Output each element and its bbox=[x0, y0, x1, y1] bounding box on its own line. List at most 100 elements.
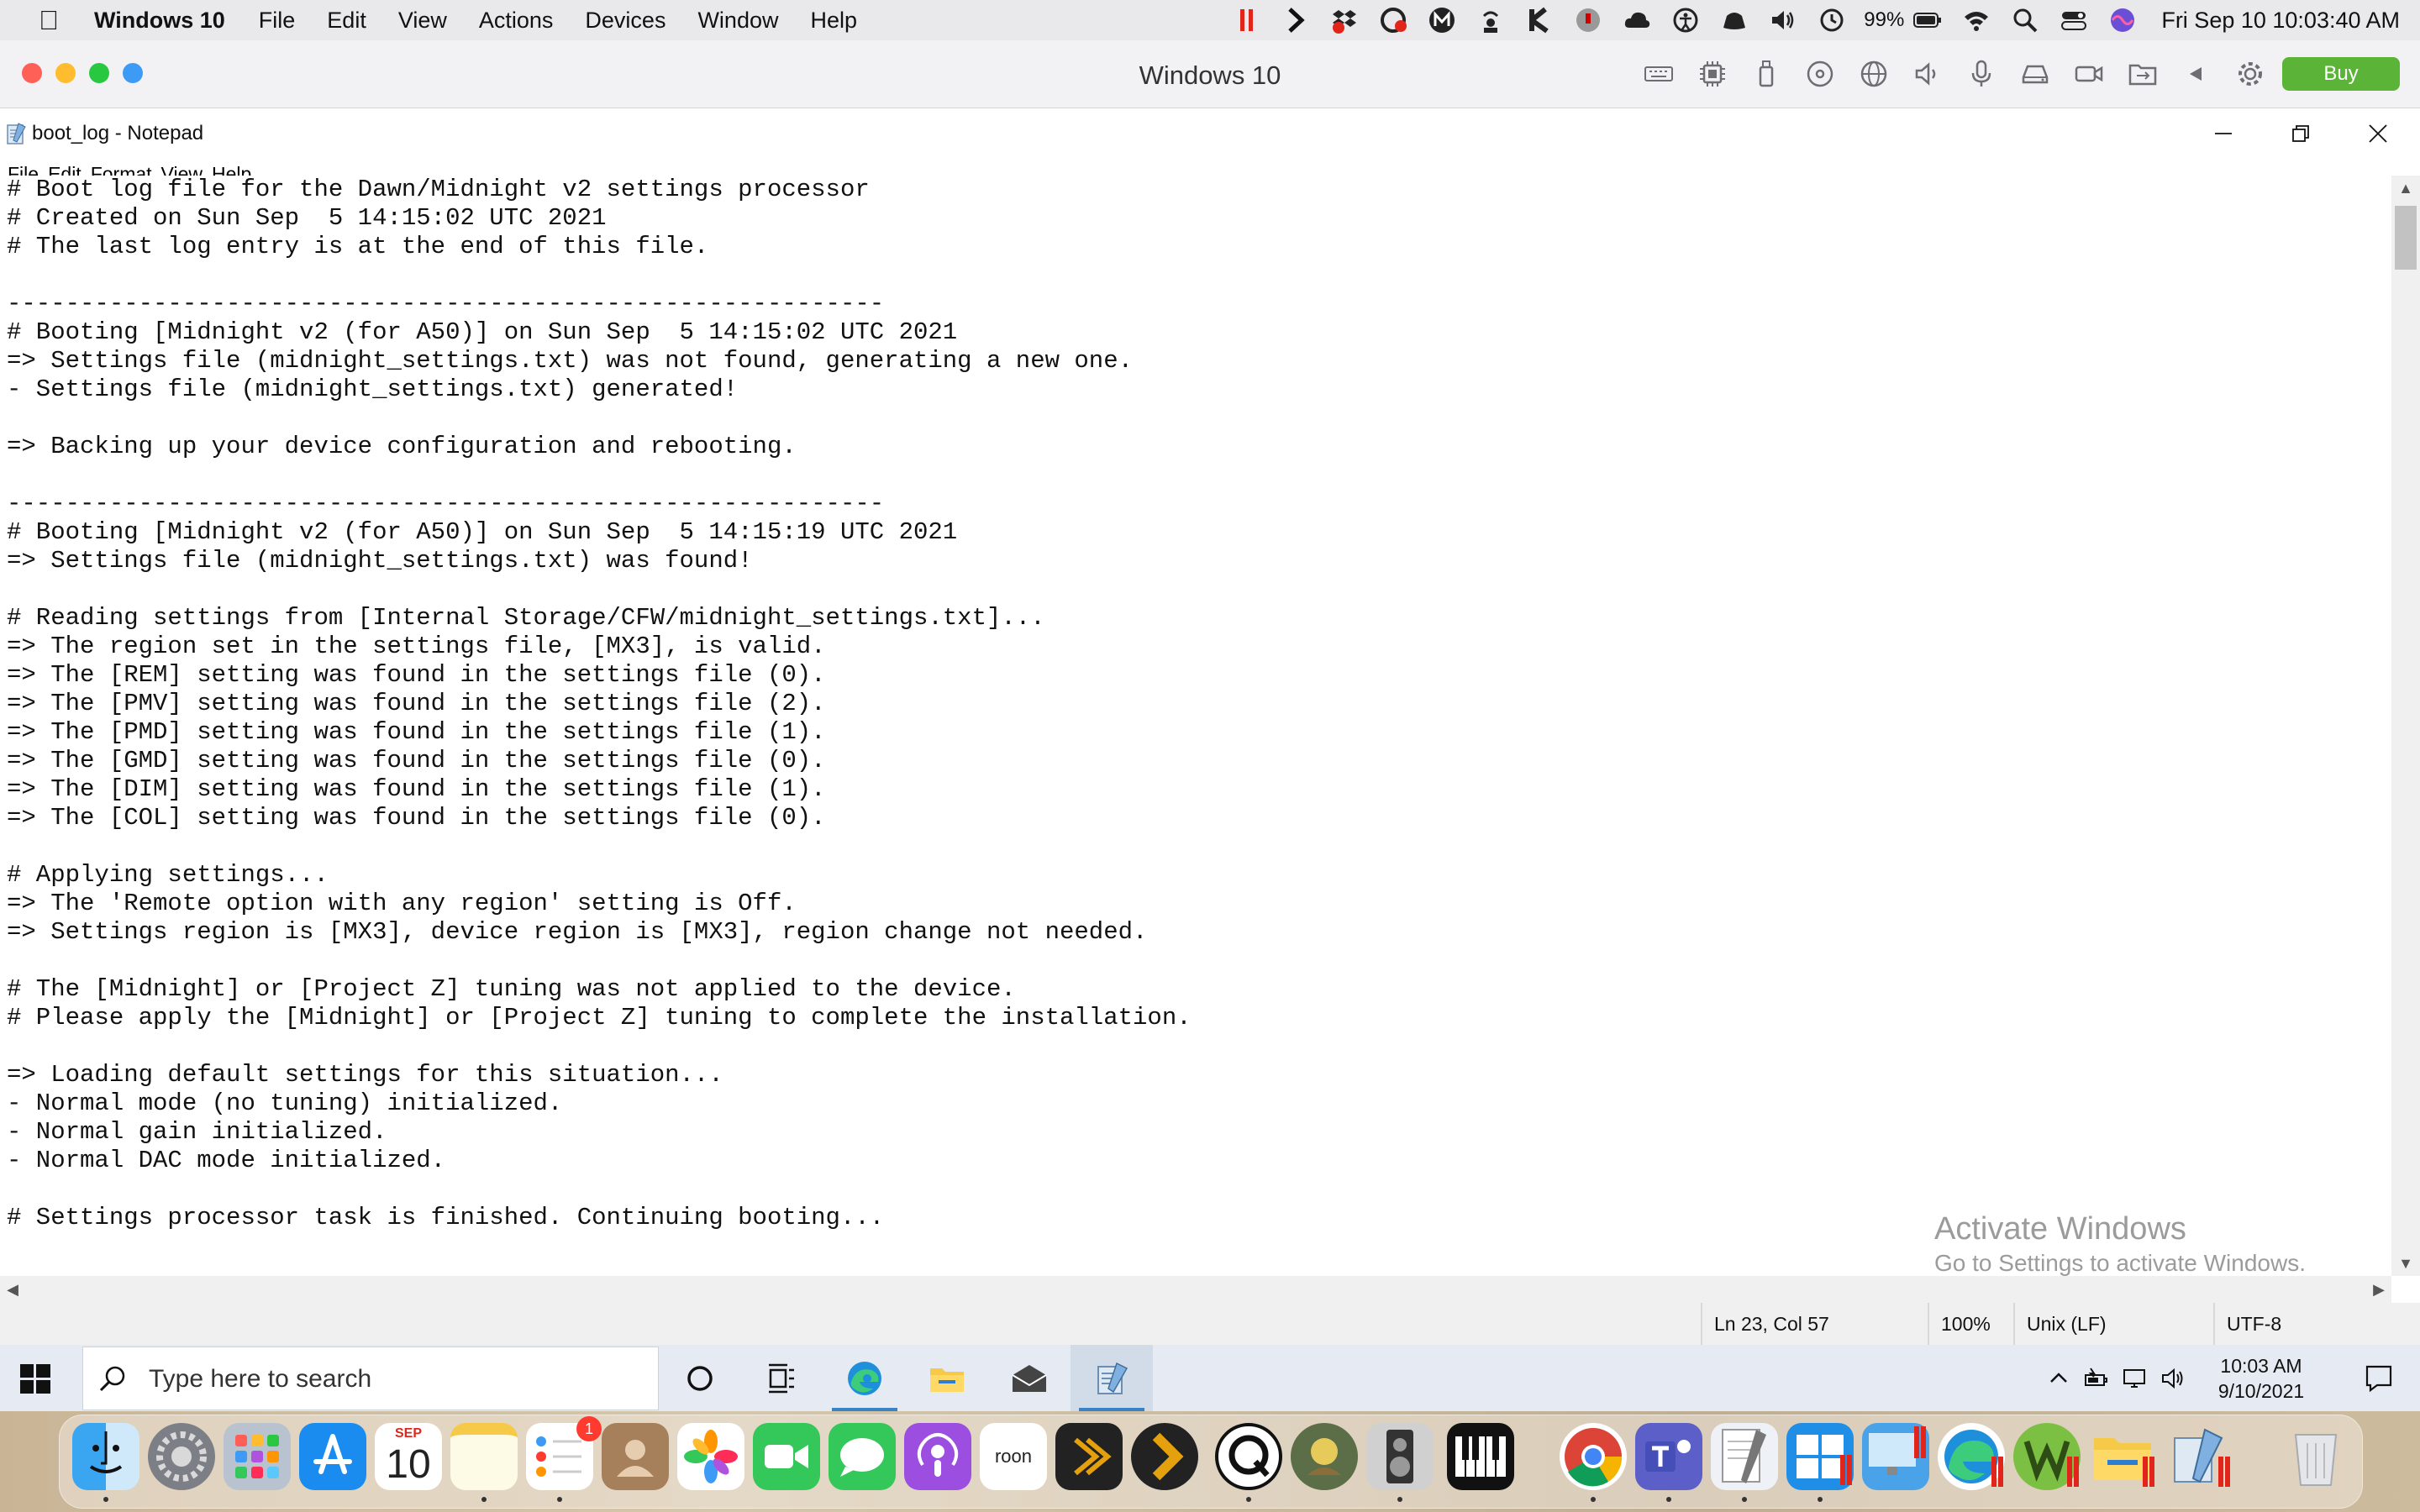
cloud-icon[interactable] bbox=[1620, 3, 1654, 37]
quicktime-icon[interactable] bbox=[1215, 1423, 1282, 1490]
windows-desktop-vm-icon[interactable] bbox=[1862, 1423, 1929, 1490]
m-app-icon[interactable] bbox=[1425, 3, 1459, 37]
cortana-button[interactable] bbox=[659, 1345, 741, 1411]
minimize-button[interactable] bbox=[2185, 108, 2262, 159]
notepad-status-bar: Ln 23, Col 57 100% Unix (LF) UTF-8 bbox=[0, 1303, 2420, 1345]
sound-icon[interactable] bbox=[1909, 55, 1946, 92]
scroll-down-arrow-icon[interactable]: ▼ bbox=[2391, 1251, 2420, 1276]
cd-dvd-icon[interactable] bbox=[1802, 55, 1839, 92]
scroll-right-arrow-icon[interactable]: ▶ bbox=[2366, 1276, 2391, 1303]
calendar-icon[interactable]: SEP 10 bbox=[375, 1423, 442, 1490]
taskbar-search-box[interactable]: Type here to search bbox=[82, 1347, 659, 1410]
volume-icon[interactable] bbox=[1766, 3, 1800, 37]
keyboard-icon[interactable] bbox=[1640, 55, 1677, 92]
wifi-icon[interactable] bbox=[1960, 3, 1993, 37]
text-editor-area[interactable]: # Boot log file for the Dawn/Midnight v2… bbox=[0, 176, 2391, 1276]
photos-icon[interactable] bbox=[677, 1423, 744, 1490]
tray-network-button[interactable] bbox=[2116, 1345, 2153, 1411]
spotlight-search-icon[interactable] bbox=[2008, 3, 2042, 37]
trash-icon[interactable] bbox=[2282, 1423, 2349, 1490]
battery-icon[interactable] bbox=[1911, 3, 1944, 37]
windows-start-icon[interactable] bbox=[17, 1360, 54, 1397]
more-triangle-icon[interactable] bbox=[2178, 55, 2215, 92]
app-store-icon[interactable] bbox=[299, 1423, 366, 1490]
close-button[interactable] bbox=[2339, 108, 2417, 159]
menu-help[interactable]: Help bbox=[810, 8, 857, 34]
facetime-icon[interactable] bbox=[753, 1423, 820, 1490]
shared-folders-icon[interactable] bbox=[2124, 55, 2161, 92]
notepad-title-bar[interactable]: boot_log - Notepad bbox=[0, 108, 2420, 159]
reminders-icon[interactable]: 1 bbox=[526, 1416, 602, 1490]
camera-icon[interactable] bbox=[2070, 55, 2107, 92]
buy-button[interactable]: Buy bbox=[2282, 57, 2400, 91]
document-text[interactable]: # Boot log file for the Dawn/Midnight v2… bbox=[0, 176, 2391, 1232]
notes-icon[interactable] bbox=[450, 1423, 518, 1490]
menu-devices[interactable]: Devices bbox=[585, 8, 666, 34]
taskbar-notepad-app[interactable] bbox=[1071, 1345, 1153, 1411]
apple-menu-icon[interactable]:  bbox=[32, 5, 66, 36]
cyberduck-icon[interactable] bbox=[1291, 1423, 1358, 1490]
tray-power-button[interactable] bbox=[2077, 1345, 2114, 1411]
textedit-icon[interactable] bbox=[1711, 1423, 1778, 1490]
file-explorer-dock-icon[interactable] bbox=[2089, 1423, 2156, 1490]
plex-icon[interactable] bbox=[1131, 1423, 1198, 1490]
taskbar-file-explorer[interactable] bbox=[906, 1345, 988, 1411]
vm-window-title-bar[interactable]: Windows 10 Buy bbox=[0, 40, 2420, 108]
menu-edit[interactable]: Edit bbox=[327, 8, 366, 34]
task-view-button[interactable] bbox=[741, 1345, 823, 1411]
scroll-up-arrow-icon[interactable]: ▲ bbox=[2391, 176, 2420, 201]
messages-icon[interactable] bbox=[829, 1423, 896, 1490]
notepad-dock-icon[interactable] bbox=[2165, 1423, 2232, 1490]
parallels-pause-icon[interactable] bbox=[1230, 3, 1264, 37]
windows-vm-icon[interactable] bbox=[1786, 1423, 1854, 1490]
k-app-icon[interactable] bbox=[1523, 3, 1556, 37]
restore-button[interactable] bbox=[2262, 108, 2339, 159]
chevron-right-icon[interactable] bbox=[1279, 3, 1313, 37]
roon-icon[interactable]: roon bbox=[980, 1423, 1047, 1490]
taskbar-mail-app[interactable] bbox=[988, 1345, 1071, 1411]
hard-disk-icon[interactable] bbox=[2017, 55, 2054, 92]
system-preferences-icon[interactable] bbox=[148, 1423, 215, 1490]
launchpad-icon[interactable] bbox=[224, 1423, 291, 1490]
app-name-menu[interactable]: Windows 10 bbox=[94, 8, 225, 34]
contacts-icon[interactable] bbox=[602, 1423, 669, 1490]
incognito-hat-icon[interactable] bbox=[1718, 3, 1751, 37]
dropbox-icon[interactable] bbox=[1328, 3, 1361, 37]
horizontal-scrollbar[interactable]: ◀ ▶ bbox=[0, 1276, 2391, 1303]
edge-dock-icon[interactable] bbox=[1938, 1423, 2005, 1490]
person-wifi-icon[interactable] bbox=[1474, 3, 1507, 37]
gear-icon[interactable] bbox=[2232, 55, 2269, 92]
cpu-icon[interactable] bbox=[1694, 55, 1731, 92]
notification-icon bbox=[2365, 1365, 2392, 1392]
finder-icon[interactable] bbox=[72, 1423, 139, 1490]
menu-file[interactable]: File bbox=[259, 8, 296, 34]
menu-window[interactable]: Window bbox=[697, 8, 778, 34]
teams-icon[interactable] bbox=[1635, 1423, 1702, 1490]
piano-app-icon[interactable] bbox=[1447, 1423, 1514, 1490]
menu-view[interactable]: View bbox=[398, 8, 447, 34]
menu-actions[interactable]: Actions bbox=[479, 8, 554, 34]
network-globe-icon[interactable] bbox=[1855, 55, 1892, 92]
action-center-button[interactable] bbox=[2349, 1345, 2408, 1411]
plex-amp-icon[interactable] bbox=[1055, 1423, 1123, 1490]
security-app-icon[interactable] bbox=[1571, 3, 1605, 37]
vertical-scrollbar[interactable]: ▲ ▼ bbox=[2391, 176, 2420, 1276]
show-hidden-icons-button[interactable] bbox=[2042, 1345, 2075, 1411]
vertical-scroll-thumb[interactable] bbox=[2395, 206, 2417, 270]
usb-drive-icon[interactable] bbox=[1748, 55, 1785, 92]
chrome-icon[interactable] bbox=[1560, 1423, 1627, 1490]
tray-volume-button[interactable] bbox=[2154, 1345, 2191, 1411]
creative-cloud-icon[interactable] bbox=[1376, 3, 1410, 37]
accessibility-icon[interactable] bbox=[1669, 3, 1702, 37]
speaker-app-icon[interactable] bbox=[1366, 1423, 1434, 1490]
microphone-icon[interactable] bbox=[1963, 55, 2000, 92]
control-center-icon[interactable] bbox=[2057, 3, 2091, 37]
time-machine-icon[interactable] bbox=[1815, 3, 1849, 37]
podcasts-icon[interactable] bbox=[904, 1423, 971, 1490]
siri-icon[interactable] bbox=[2106, 3, 2139, 37]
scroll-left-arrow-icon[interactable]: ◀ bbox=[0, 1276, 25, 1303]
taskbar-edge-app[interactable] bbox=[823, 1345, 906, 1411]
taskbar-clock[interactable]: 10:03 AM 9/10/2021 bbox=[2190, 1353, 2333, 1404]
menu-bar-clock[interactable]: Fri Sep 10 10:03:40 AM bbox=[2161, 8, 2400, 34]
winamp-w-icon[interactable] bbox=[2013, 1423, 2081, 1490]
